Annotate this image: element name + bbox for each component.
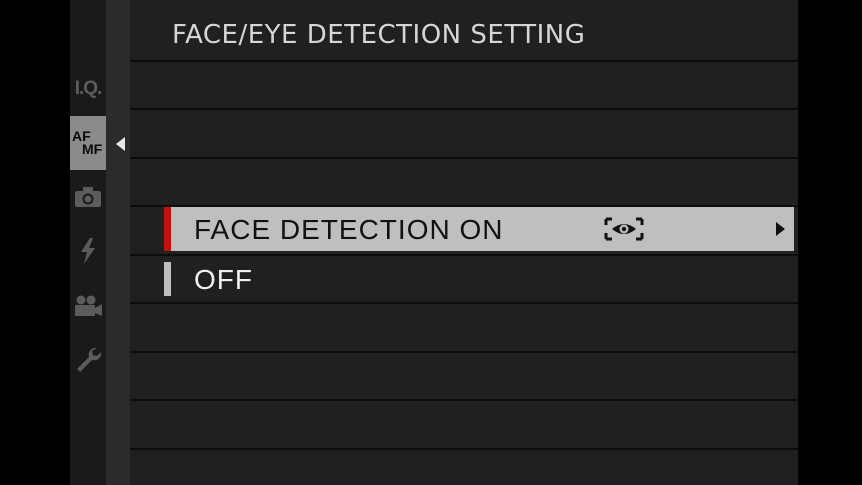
row-divider — [130, 60, 798, 62]
flash-icon — [81, 238, 95, 264]
selection-marker — [164, 207, 171, 251]
camera-menu-screen: I.Q. AF MF FACE/EYE DETECTION SETTING FA… — [70, 0, 798, 485]
movie-camera-icon — [75, 295, 102, 316]
item-marker — [164, 262, 171, 296]
image-quality-label: I.Q. — [74, 78, 103, 99]
eye-detection-icon — [604, 217, 644, 241]
row-divider — [130, 351, 798, 353]
tab-af-mf[interactable]: AF MF — [70, 116, 106, 170]
row-divider — [130, 399, 798, 401]
tab-shooting[interactable] — [70, 172, 106, 222]
camera-icon — [75, 187, 101, 207]
menu-item-off[interactable]: OFF — [164, 257, 794, 301]
tab-movie[interactable] — [70, 281, 106, 331]
row-divider — [130, 302, 798, 304]
tab-setup[interactable] — [70, 334, 106, 384]
row-divider — [130, 108, 798, 110]
sidebar-divider — [106, 0, 130, 485]
mf-label: MF — [82, 141, 103, 157]
submenu-arrow-icon — [776, 222, 785, 236]
tab-flash[interactable] — [70, 226, 106, 276]
tab-image-quality[interactable]: I.Q. — [70, 64, 106, 114]
row-divider — [130, 448, 798, 450]
row-divider — [130, 254, 798, 256]
af-mf-icon: AF MF — [71, 126, 105, 160]
wrench-icon — [77, 347, 101, 372]
page-title: FACE/EYE DETECTION SETTING — [172, 20, 586, 50]
active-tab-pointer-icon — [116, 137, 125, 151]
menu-item-label: FACE DETECTION ON — [194, 214, 504, 245]
row-divider — [130, 157, 798, 159]
menu-item-face-detection-on[interactable]: FACE DETECTION ON — [164, 207, 794, 251]
menu-panel: FACE/EYE DETECTION SETTING FACE DETECTIO… — [130, 0, 798, 485]
menu-item-label: OFF — [194, 264, 253, 295]
sidebar: I.Q. AF MF — [70, 0, 106, 485]
